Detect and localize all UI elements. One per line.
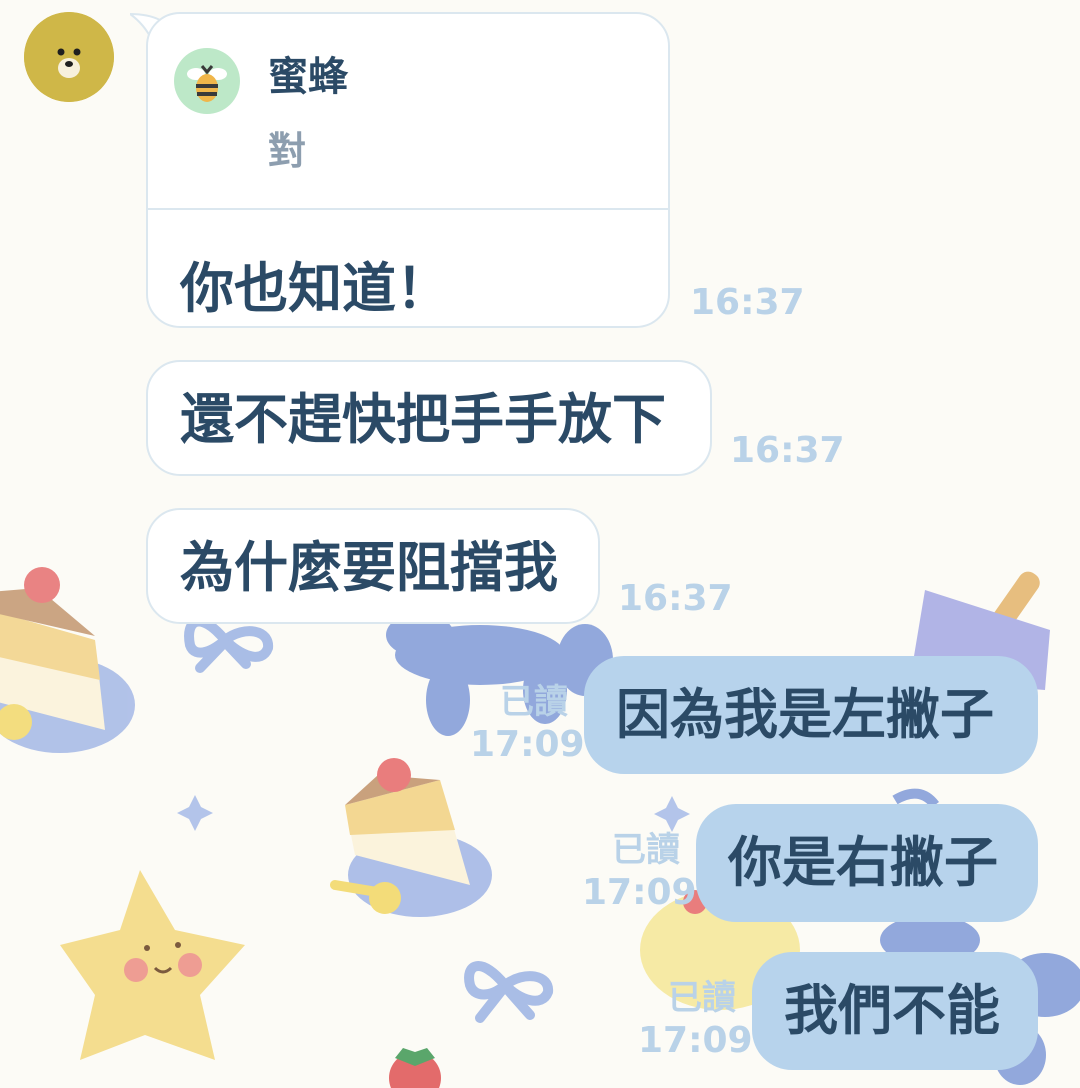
- bear-avatar-icon: [24, 12, 114, 102]
- star-sticker: [60, 870, 245, 1060]
- message-time: 17:09: [582, 872, 697, 913]
- strawberry-sticker: [389, 1048, 441, 1088]
- message-text: 還不趕快把手手放下: [180, 388, 666, 451]
- bee-icon: [187, 65, 227, 102]
- ribbon-sticker-left: [184, 616, 273, 673]
- message-time: 16:37: [730, 430, 845, 471]
- read-status: 已讀: [500, 682, 568, 722]
- quoted-message-text: 對: [268, 129, 307, 173]
- message-time: 17:09: [470, 724, 585, 765]
- quoted-sender-avatar: [174, 48, 240, 114]
- message-text: 因為我是左撇子: [616, 683, 994, 746]
- cake-sticker-left: [0, 567, 135, 753]
- cake-sticker-center: [330, 758, 492, 917]
- read-status: 已讀: [612, 830, 680, 870]
- message-time: 17:09: [638, 1020, 753, 1061]
- message-time: 16:37: [618, 578, 733, 619]
- outgoing-message-bubble[interactable]: 因為我是左撇子: [584, 656, 1038, 774]
- incoming-message-bubble[interactable]: 還不趕快把手手放下: [146, 360, 712, 476]
- incoming-message-bubble[interactable]: 為什麼要阻擋我: [146, 508, 600, 624]
- contact-avatar[interactable]: [24, 12, 114, 102]
- read-status: 已讀: [668, 978, 736, 1018]
- outgoing-message-bubble[interactable]: 我們不能: [752, 952, 1038, 1070]
- quoted-sender-name: 蜜蜂: [268, 54, 348, 100]
- quoted-message[interactable]: 蜜蜂 對: [148, 14, 668, 210]
- message-time: 16:37: [690, 282, 805, 323]
- message-text: 你是右撇子: [728, 831, 998, 894]
- reply-message-bubble[interactable]: 蜜蜂 對 你也知道！: [146, 12, 670, 328]
- message-text: 你也知道！: [180, 257, 450, 320]
- message-text: 為什麼要阻擋我: [180, 536, 558, 599]
- message-text: 我們不能: [784, 979, 1000, 1042]
- ribbon-sticker-bottom: [464, 961, 553, 1023]
- outgoing-message-bubble[interactable]: 你是右撇子: [696, 804, 1038, 922]
